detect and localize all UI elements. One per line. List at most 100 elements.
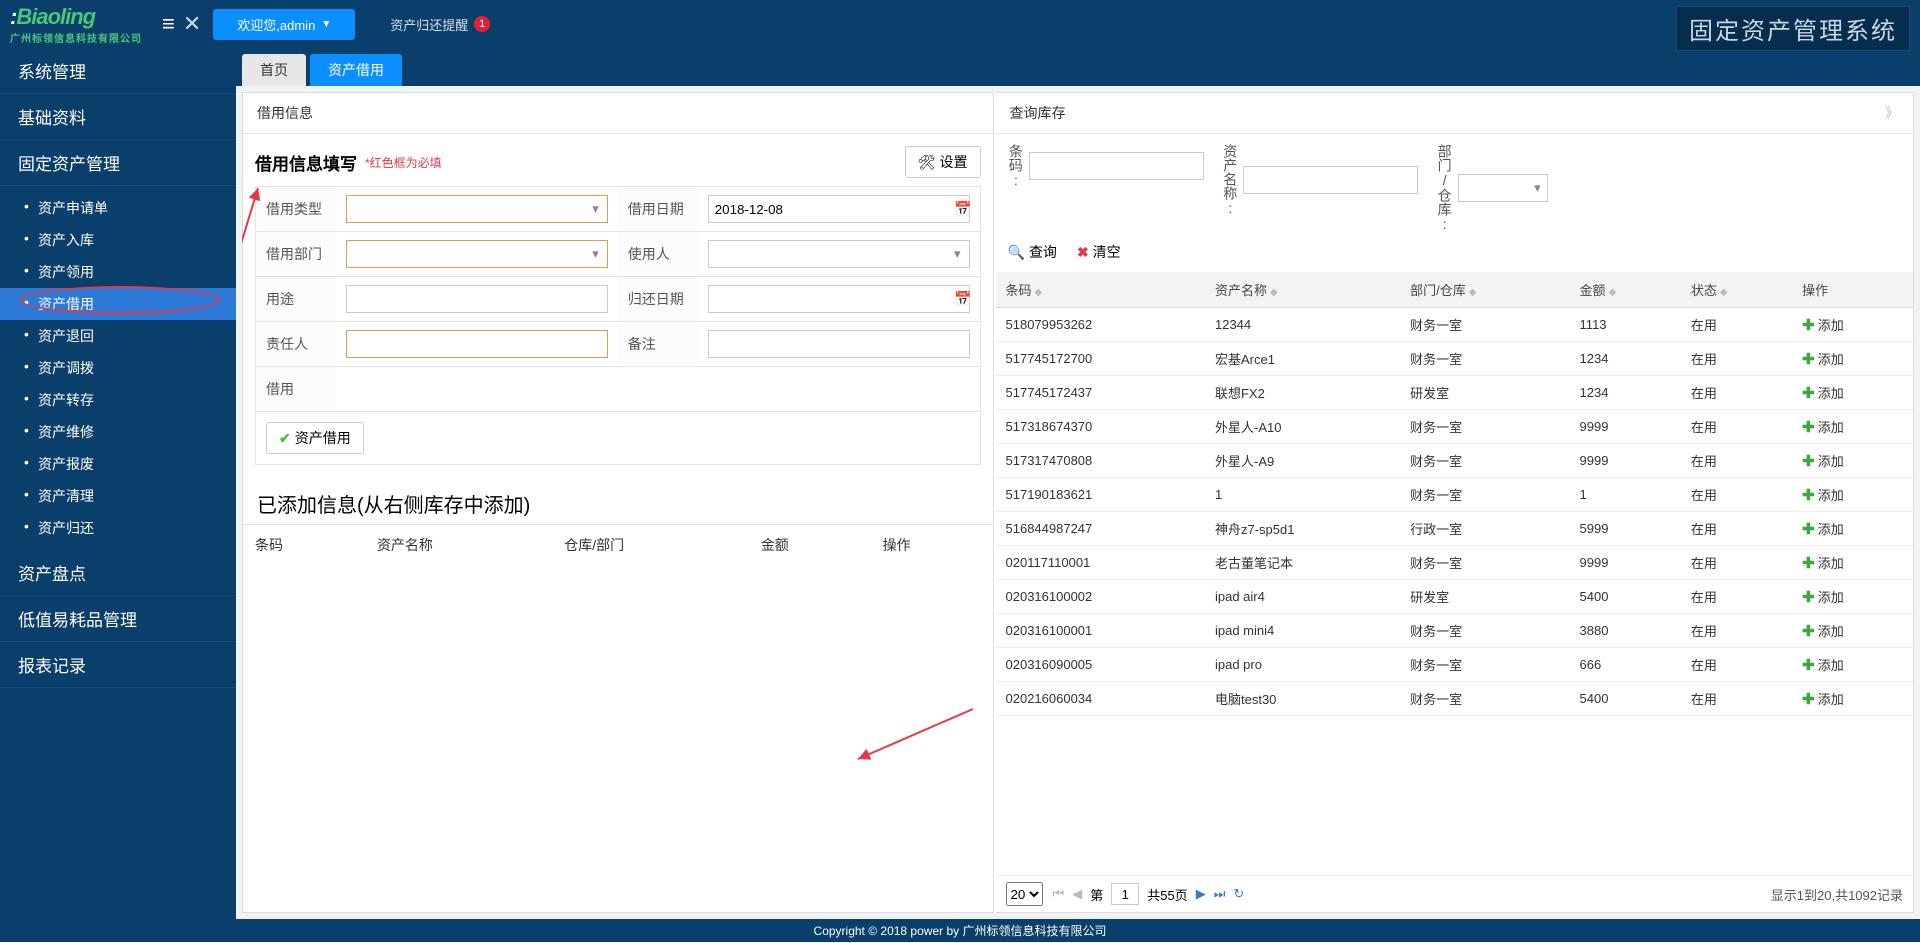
sidebar-group-inventory[interactable]: 资产盘点 <box>0 550 236 596</box>
col-barcode[interactable]: 条码 <box>243 525 365 566</box>
sidebar-group-consumable[interactable]: 低值易耗品管理 <box>0 596 236 642</box>
borrow-dept-select[interactable] <box>346 240 608 268</box>
add-button[interactable]: ✚添加 <box>1802 519 1903 538</box>
add-button[interactable]: ✚添加 <box>1802 383 1903 402</box>
add-button[interactable]: ✚添加 <box>1802 553 1903 572</box>
add-button[interactable]: ✚添加 <box>1802 655 1903 674</box>
plus-icon: ✚ <box>1802 520 1815 538</box>
col-dept[interactable]: 仓库/部门 <box>552 525 749 566</box>
close-icon[interactable]: ✕ <box>183 11 201 37</box>
clear-icon: ✖ <box>1077 244 1089 261</box>
sidebar-item[interactable]: 资产借用 <box>0 288 236 320</box>
collapse-icon[interactable]: 》 <box>1885 103 1899 123</box>
label-purpose: 用途 <box>256 277 336 321</box>
sidebar-item[interactable]: 资产入库 <box>0 224 236 256</box>
sidebar-item[interactable]: 资产转存 <box>0 384 236 416</box>
search-button[interactable]: 🔍查询 <box>1008 242 1057 262</box>
pager-info: 显示1到20,共1092记录 <box>1771 885 1903 904</box>
plus-icon: ✚ <box>1802 316 1815 334</box>
first-page-button[interactable]: ⏮ <box>1053 886 1065 902</box>
calendar-icon[interactable]: 📅 <box>954 201 971 218</box>
col-name[interactable]: 资产名称 <box>365 525 552 566</box>
sidebar-item[interactable]: 资产退回 <box>0 320 236 352</box>
panel-title: 借用信息 <box>243 93 993 134</box>
sidebar-group-report[interactable]: 报表记录 <box>0 642 236 688</box>
return-date-input[interactable] <box>708 285 970 313</box>
refresh-button[interactable]: ↻ <box>1233 886 1244 902</box>
borrow-date-input[interactable] <box>708 195 970 223</box>
calendar-icon[interactable]: 📅 <box>954 291 971 308</box>
menu-icon[interactable]: ≡ <box>162 11 175 37</box>
col-amount[interactable]: 金额 <box>749 525 871 566</box>
col-status[interactable]: 状态◆ <box>1681 272 1792 308</box>
query-dept-select[interactable] <box>1458 174 1548 202</box>
prev-page-button[interactable]: ◀ <box>1072 886 1082 902</box>
sidebar-item[interactable]: 资产报废 <box>0 448 236 480</box>
table-row: 51807995326212344财务一室1113在用✚添加 <box>996 308 1914 342</box>
sidebar-item[interactable]: 资产归还 <box>0 512 236 544</box>
col-name[interactable]: 资产名称◆ <box>1205 272 1400 308</box>
next-page-button[interactable]: ▶ <box>1196 886 1206 902</box>
sidebar-item[interactable]: 资产调拨 <box>0 352 236 384</box>
sidebar-group-system[interactable]: 系统管理 <box>0 48 236 94</box>
check-icon: ✔ <box>279 430 291 447</box>
plus-icon: ✚ <box>1802 656 1815 674</box>
query-barcode-input[interactable] <box>1029 152 1204 180</box>
label-q-name: 资产名称: <box>1222 144 1237 216</box>
tab-asset-borrow[interactable]: 资产借用 <box>310 54 402 86</box>
table-row: 020117110001老古董笔记本财务一室9999在用✚添加 <box>996 546 1914 580</box>
tab-home[interactable]: 首页 <box>242 54 306 86</box>
plus-icon: ✚ <box>1802 554 1815 572</box>
plus-icon: ✚ <box>1802 350 1815 368</box>
add-button[interactable]: ✚添加 <box>1802 349 1903 368</box>
sidebar-item[interactable]: 资产领用 <box>0 256 236 288</box>
top-bar: :Biaoling 广州标领信息科技有限公司 ≡ ✕ 欢迎您,admin▼ 资产… <box>0 0 1920 48</box>
reminder-link[interactable]: 资产归还提醒 1 <box>390 15 490 34</box>
sidebar-item[interactable]: 资产维修 <box>0 416 236 448</box>
notification-badge: 1 <box>474 16 490 32</box>
borrow-type-select[interactable] <box>346 195 608 223</box>
add-button[interactable]: ✚添加 <box>1802 689 1903 708</box>
label-borrow-type: 借用类型 <box>256 187 336 231</box>
col-amount[interactable]: 金额◆ <box>1570 272 1681 308</box>
user-select[interactable] <box>708 240 970 268</box>
label-user: 使用人 <box>618 232 698 276</box>
borrow-info-panel: 借用信息 借用信息填写 *红色框为必填 🛠设置 借用类型 借用日期 <box>242 92 994 913</box>
col-barcode[interactable]: 条码◆ <box>996 272 1205 308</box>
sidebar-item[interactable]: 资产申请单 <box>0 192 236 224</box>
add-button[interactable]: ✚添加 <box>1802 587 1903 606</box>
welcome-dropdown[interactable]: 欢迎您,admin▼ <box>213 9 355 40</box>
plus-icon: ✚ <box>1802 486 1815 504</box>
page-size-select[interactable]: 20 <box>1006 882 1043 906</box>
purpose-input[interactable] <box>346 285 608 313</box>
sidebar-group-asset[interactable]: 固定资产管理 <box>0 140 236 186</box>
add-button[interactable]: ✚添加 <box>1802 451 1903 470</box>
add-button[interactable]: ✚添加 <box>1802 485 1903 504</box>
tabs: 首页 资产借用 <box>236 48 1920 86</box>
table-row: 517745172437联想FX2研发室1234在用✚添加 <box>996 376 1914 410</box>
system-title: 固定资产管理系统 <box>1676 6 1910 51</box>
settings-button[interactable]: 🛠设置 <box>905 146 981 178</box>
responsible-input[interactable] <box>346 330 608 358</box>
pager: 20 ⏮ ◀ 第 共55页 ▶ ⏭ ↻ 显示1到20,共1092记录 <box>996 875 1914 912</box>
add-button[interactable]: ✚添加 <box>1802 417 1903 436</box>
main: 首页 资产借用 借用信息 借用信息填写 *红色框为必填 🛠设置 <box>236 48 1920 919</box>
submit-borrow-button[interactable]: ✔资产借用 <box>266 422 364 454</box>
add-button[interactable]: ✚添加 <box>1802 621 1903 640</box>
plus-icon: ✚ <box>1802 384 1815 402</box>
last-page-button[interactable]: ⏭ <box>1214 886 1226 902</box>
table-row: 020316090005ipad pro财务一室666在用✚添加 <box>996 648 1914 682</box>
col-dept[interactable]: 部门/仓库◆ <box>1400 272 1569 308</box>
query-name-input[interactable] <box>1243 166 1418 194</box>
sidebar-group-basic[interactable]: 基础资料 <box>0 94 236 140</box>
table-row: 020316100001ipad mini4财务一室3880在用✚添加 <box>996 614 1914 648</box>
wrench-icon: 🛠 <box>918 154 936 171</box>
clear-button[interactable]: ✖清空 <box>1077 242 1121 262</box>
add-button[interactable]: ✚添加 <box>1802 315 1903 334</box>
table-row: 516844987247神舟z7-sp5d1行政一室5999在用✚添加 <box>996 512 1914 546</box>
page-input[interactable] <box>1111 883 1139 905</box>
table-row: 020216060034电脑test30财务一室5400在用✚添加 <box>996 682 1914 716</box>
sidebar-item[interactable]: 资产清理 <box>0 480 236 512</box>
plus-icon: ✚ <box>1802 588 1815 606</box>
remark-input[interactable] <box>708 330 970 358</box>
